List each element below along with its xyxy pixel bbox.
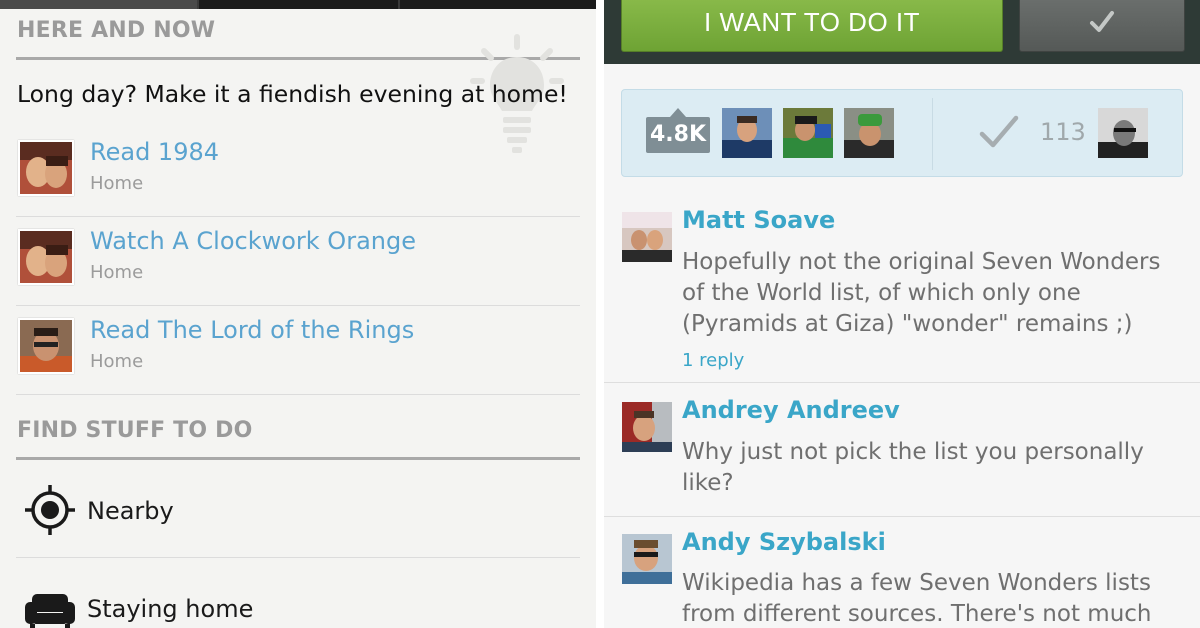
done-count: 113: [1040, 118, 1086, 146]
avatar[interactable]: [783, 108, 833, 158]
sofa-icon: [25, 594, 75, 628]
check-icon: [1090, 11, 1114, 32]
comment-text: Wikipedia has a few Seven Wonders lists …: [682, 570, 1152, 627]
todo-item[interactable]: Read 1984 Home: [16, 128, 580, 217]
avatar: [18, 140, 74, 196]
find-item-label: Nearby: [87, 497, 174, 525]
done-button[interactable]: [1019, 0, 1185, 52]
comment-author[interactable]: Matt Soave: [682, 206, 835, 234]
comment-author[interactable]: Andrey Andreev: [682, 396, 900, 424]
todo-location: Home: [90, 262, 144, 283]
check-icon: [979, 115, 1019, 148]
avatar[interactable]: [622, 212, 672, 262]
want-count: 4.8K: [646, 117, 710, 153]
find-item-staying-home[interactable]: Staying home: [16, 558, 580, 628]
todo-title[interactable]: Read 1984: [90, 138, 219, 166]
want-count-badge[interactable]: 4.8K: [646, 108, 710, 156]
screen-divider: [596, 0, 604, 628]
todo-location: Home: [90, 173, 144, 194]
avatar[interactable]: [722, 108, 772, 158]
todo-item[interactable]: Read The Lord of the Rings Home: [16, 306, 580, 395]
comment-text: Hopefully not the original Seven Wonders…: [682, 249, 1161, 337]
todo-title[interactable]: Read The Lord of the Rings: [90, 316, 414, 344]
crosshair-icon: [25, 485, 75, 535]
comment-author[interactable]: Andy Szybalski: [682, 528, 886, 556]
section-header-find-stuff: FIND STUFF TO DO: [17, 418, 253, 443]
comment: Matt Soave Hopefully not the original Se…: [604, 196, 1200, 383]
reply-link[interactable]: 1 reply: [682, 350, 744, 371]
tab-active-indicator[interactable]: [0, 0, 197, 9]
todo-title[interactable]: Watch A Clockwork Orange: [90, 227, 416, 255]
comment: Andrey Andreev Why just not pick the lis…: [604, 384, 1200, 517]
stats-bar: 4.8K 113: [621, 89, 1183, 177]
comment-text: Why just not pick the list you personall…: [682, 439, 1144, 496]
tab-bar: [0, 0, 596, 9]
context-tagline: Long day? Make it a fiendish evening at …: [17, 80, 568, 108]
todo-item[interactable]: Watch A Clockwork Orange Home: [16, 217, 580, 306]
section-header-here-and-now: HERE AND NOW: [17, 18, 216, 43]
avatar: [18, 318, 74, 374]
todo-location: Home: [90, 351, 144, 372]
avatar[interactable]: [844, 108, 894, 158]
want-to-do-it-button[interactable]: I WANT TO DO IT: [621, 0, 1003, 52]
activity-list-screen: HERE AND NOW Long day? Make it a fiendis…: [0, 0, 596, 628]
comment: Andy Szybalski Wikipedia has a few Seven…: [604, 518, 1200, 628]
avatar: [18, 229, 74, 285]
avatar[interactable]: [622, 534, 672, 584]
avatar[interactable]: [1098, 108, 1148, 158]
find-item-label: Staying home: [87, 595, 254, 623]
find-item-nearby[interactable]: Nearby: [16, 460, 580, 558]
avatar[interactable]: [622, 402, 672, 452]
activity-detail-screen: I WANT TO DO IT 4.8K 113 Matt Soave Hope…: [604, 0, 1200, 628]
